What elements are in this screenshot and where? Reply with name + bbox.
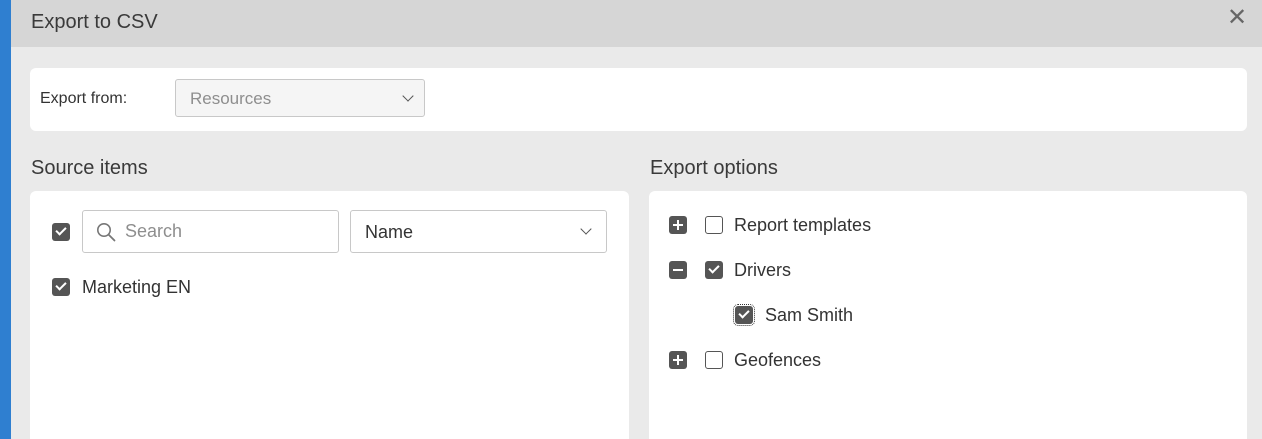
- source-items-panel: Name Marketing EN: [30, 191, 629, 439]
- chevron-down-icon: [580, 223, 592, 235]
- sam-smith-label: Sam Smith: [765, 305, 854, 325]
- geofences-label: Geofences: [734, 350, 822, 370]
- source-items-title: Source items: [31, 157, 148, 179]
- export-options-title: Export options: [650, 157, 778, 179]
- sort-select[interactable]: Name: [350, 210, 607, 253]
- export-from-value: Resources: [190, 89, 272, 108]
- select-all-checkbox[interactable]: [52, 223, 70, 241]
- source-item-checkbox[interactable]: [52, 278, 70, 296]
- drivers-label: Drivers: [734, 260, 791, 280]
- dialog-title: Export to CSV: [31, 11, 158, 33]
- source-item-label: Marketing EN: [82, 277, 192, 297]
- report-templates-label: Report templates: [734, 215, 872, 235]
- drivers-checkbox[interactable]: [705, 261, 723, 279]
- export-from-select[interactable]: Resources: [175, 79, 425, 117]
- geofences-checkbox[interactable]: [705, 351, 723, 369]
- minus-icon[interactable]: [669, 261, 687, 279]
- sort-select-value: Name: [365, 222, 414, 242]
- chevron-down-icon: [402, 90, 414, 102]
- plus-icon[interactable]: [669, 216, 687, 234]
- search-input[interactable]: [125, 220, 325, 242]
- sam-smith-checkbox[interactable]: [733, 304, 755, 326]
- dialog-titlebar: Export to CSV ✕: [11, 0, 1262, 47]
- export-options-panel: Report templates Drivers Sam Smith Geofe…: [649, 191, 1247, 439]
- close-icon[interactable]: ✕: [1225, 6, 1249, 30]
- report-templates-checkbox[interactable]: [705, 216, 723, 234]
- plus-icon[interactable]: [669, 351, 687, 369]
- search-icon: [97, 223, 116, 242]
- search-box: [82, 210, 339, 253]
- export-from-panel: Export from: Resources: [30, 68, 1247, 131]
- export-from-label: Export from:: [40, 90, 128, 107]
- export-csv-dialog: Export to CSV ✕ Export from: Resources S…: [11, 0, 1262, 439]
